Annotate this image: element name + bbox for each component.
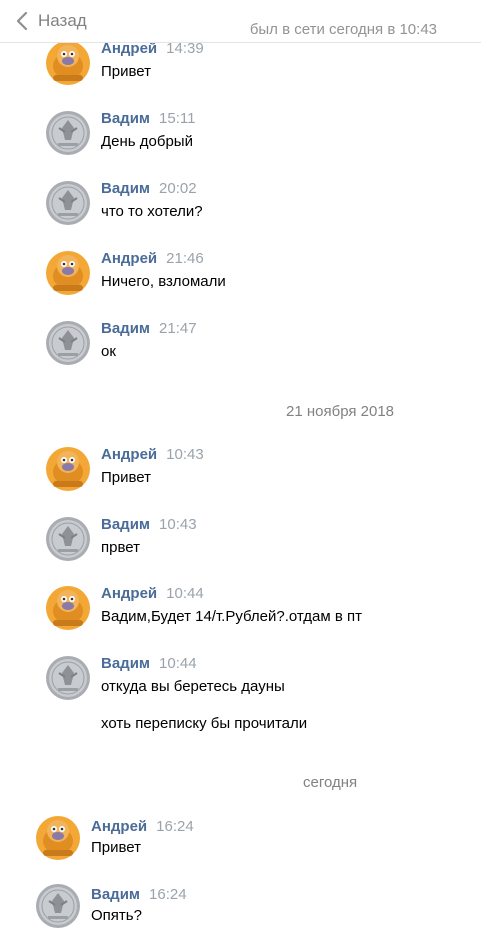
- message-text: откуда вы беретесь дауны: [101, 678, 285, 695]
- author-name[interactable]: Андрей: [101, 585, 157, 602]
- message-time: 10:44: [166, 585, 204, 602]
- author-name[interactable]: Вадим: [101, 655, 150, 672]
- author-name[interactable]: Вадим: [91, 886, 140, 903]
- author-name[interactable]: Андрей: [91, 818, 147, 835]
- message-time: 21:47: [159, 320, 197, 337]
- back-button[interactable]: Назад: [14, 8, 87, 34]
- author-name[interactable]: Андрей: [101, 250, 157, 267]
- message-time: 10:43: [166, 446, 204, 463]
- avatar-andrey[interactable]: [45, 250, 91, 296]
- avatar-vadim[interactable]: [45, 516, 91, 562]
- message-text: Ничего, взломали: [101, 273, 226, 290]
- message-text: что то хотели?: [101, 203, 203, 220]
- coin-icon: [46, 181, 90, 225]
- author-name[interactable]: Андрей: [101, 446, 157, 463]
- date-separator: сегодня: [303, 774, 358, 791]
- coin-icon: [46, 321, 90, 365]
- message-text: ок: [101, 343, 116, 360]
- message-time: 16:24: [149, 886, 187, 903]
- message-text: Опять?: [91, 907, 142, 924]
- avatar-vadim[interactable]: [45, 655, 91, 701]
- author-name[interactable]: Вадим: [101, 180, 150, 197]
- author-name[interactable]: Вадим: [101, 320, 150, 337]
- cartoon-character-icon: [46, 251, 90, 295]
- back-button-label: Назад: [38, 11, 87, 30]
- cartoon-character-icon: [36, 816, 80, 860]
- cartoon-character-icon: [46, 41, 90, 85]
- message-history[interactable]: Андрей 14:39 Привет Вадим 15:11 День добры…: [0, 0, 481, 951]
- avatar-andrey[interactable]: [45, 585, 91, 631]
- message-text: Привет: [101, 469, 152, 486]
- message-time: 20:02: [159, 180, 197, 197]
- coin-icon: [36, 884, 80, 928]
- chevron-left-icon: [16, 11, 28, 31]
- coin-icon: [46, 111, 90, 155]
- author-name[interactable]: Вадим: [101, 516, 150, 533]
- avatar-vadim[interactable]: [45, 110, 91, 156]
- last-seen-status: был в сети сегодня в 10:43: [249, 21, 437, 38]
- avatar-andrey[interactable]: [45, 446, 91, 492]
- avatar-vadim[interactable]: [35, 883, 81, 929]
- coin-icon: [46, 517, 90, 561]
- cartoon-character-icon: [46, 447, 90, 491]
- coin-icon: [46, 656, 90, 700]
- avatar-andrey[interactable]: [45, 40, 91, 86]
- message-text: хоть переписку бы прочитали: [101, 715, 308, 732]
- chat-header: Назад был в сети сегодня в 10:43: [0, 0, 481, 43]
- avatar-vadim[interactable]: [45, 180, 91, 226]
- date-separator: 21 ноября 2018: [286, 403, 395, 420]
- message-text: Вадим,Будет 14/т.Рублей?.отдам в пт: [101, 608, 362, 625]
- message-text: Привет: [101, 63, 152, 80]
- message-time: 10:43: [159, 516, 197, 533]
- message-time: 15:11: [159, 110, 196, 127]
- message-time: 16:24: [156, 818, 194, 835]
- author-name[interactable]: Вадим: [101, 110, 150, 127]
- avatar-vadim[interactable]: [45, 320, 91, 366]
- message-text: првет: [101, 539, 140, 556]
- cartoon-character-icon: [46, 586, 90, 630]
- message-text: Привет: [91, 839, 142, 856]
- message-time: 10:44: [159, 655, 197, 672]
- avatar-andrey[interactable]: [35, 815, 81, 861]
- message-text: День добрый: [101, 133, 193, 150]
- message-time: 21:46: [166, 250, 204, 267]
